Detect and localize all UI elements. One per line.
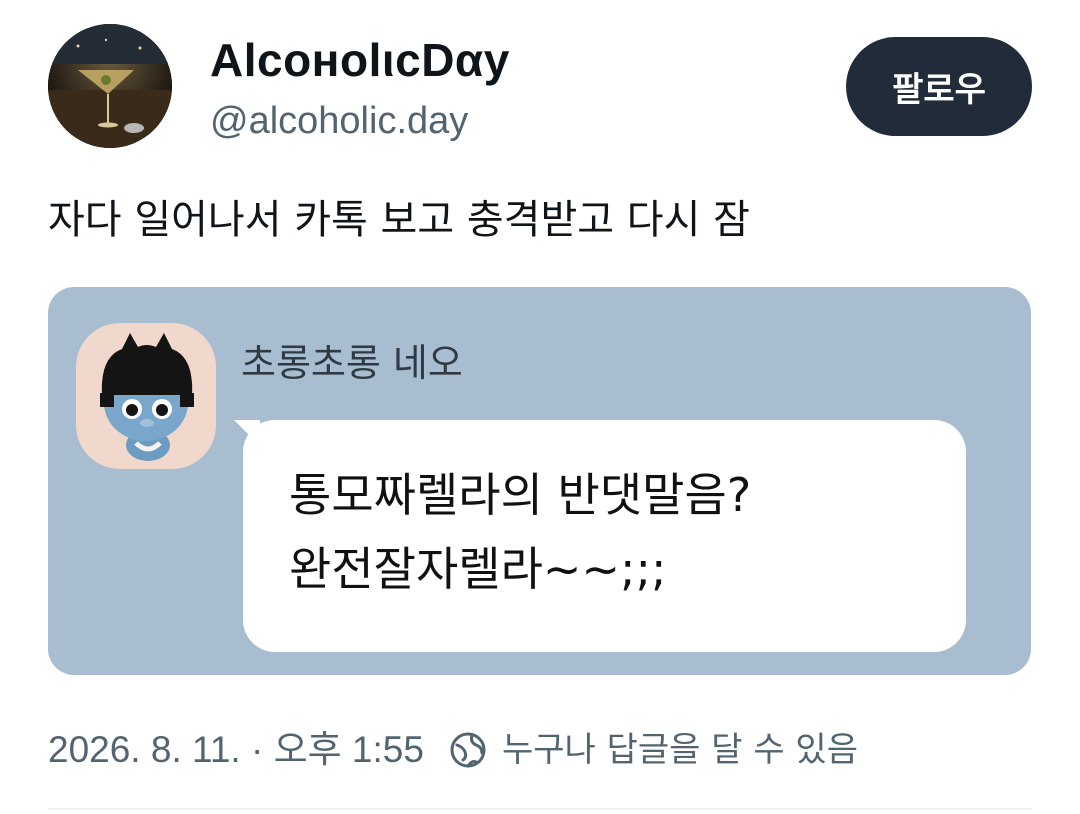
- divider: [48, 808, 1032, 810]
- chat-sender-name: 초롱초롱 네오: [241, 341, 463, 385]
- reply-setting-text: 누구나 답글을 달 수 있음: [501, 730, 858, 770]
- globe-icon: [450, 732, 486, 768]
- author-display-name[interactable]: AlcoнolιcDαy: [210, 30, 510, 90]
- chat-sender-avatar: [76, 323, 216, 469]
- cocktail-avatar-icon: [48, 24, 172, 148]
- tweet-timestamp[interactable]: 2026. 8. 11. · 오후 1:55: [48, 725, 424, 775]
- follow-button[interactable]: 팔로우: [846, 37, 1032, 136]
- tweet-meta: 2026. 8. 11. · 오후 1:55 누구나 답글을 달 수 있음: [48, 725, 858, 775]
- chat-message-bubble: 통모짜렐라의 반댓말음? 완전잘자렐라~~;;;: [243, 420, 966, 652]
- kakao-neo-character-icon: [100, 333, 194, 461]
- author-avatar[interactable]: [48, 24, 172, 148]
- tweet-media-image[interactable]: 초롱초롱 네오 통모짜렐라의 반댓말음? 완전잘자렐라~~;;;: [48, 287, 1031, 675]
- chat-message-line: 완전잘자렐라~~;;;: [289, 542, 667, 596]
- chat-message-line: 통모짜렐라의 반댓말음?: [289, 468, 752, 522]
- author-handle[interactable]: @alcoholic.day: [210, 95, 468, 147]
- tweet-text: 자다 일어나서 카톡 보고 충격받고 다시 잠: [48, 197, 750, 243]
